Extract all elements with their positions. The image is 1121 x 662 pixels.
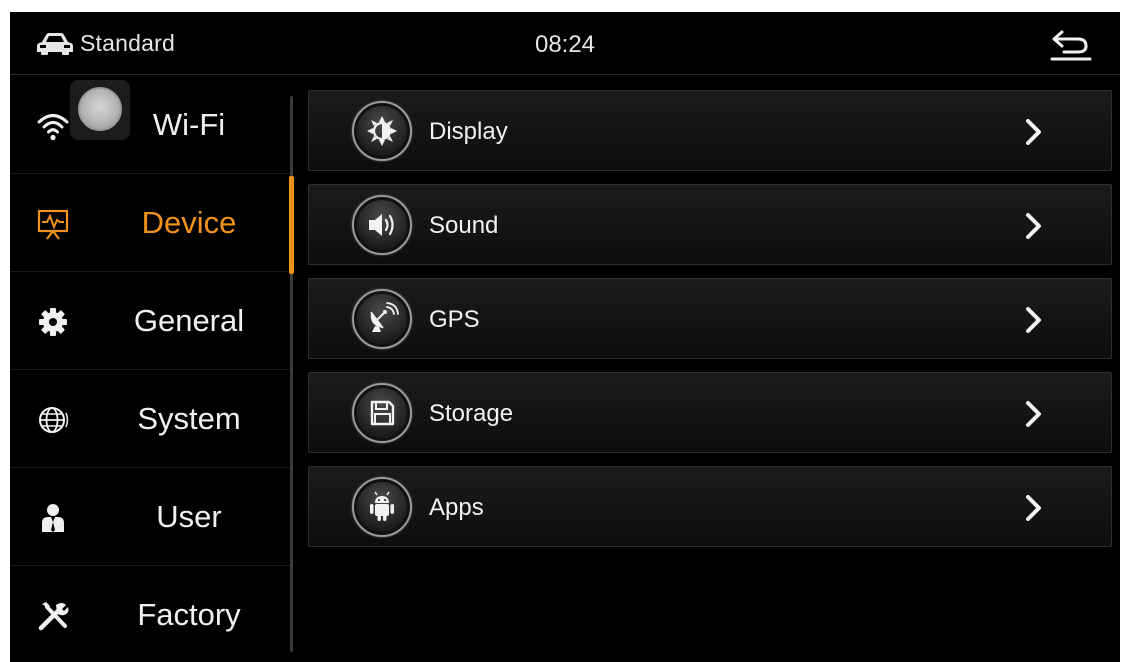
- sidebar-item-device[interactable]: Device: [10, 174, 292, 272]
- sidebar-item-label: General: [133, 303, 245, 338]
- chevron-right-icon: [1023, 493, 1045, 523]
- list-item-label: GPS: [429, 306, 480, 333]
- back-button[interactable]: [1048, 28, 1094, 62]
- list-item-label: Display: [429, 118, 508, 145]
- list-item-storage[interactable]: Storage: [308, 372, 1112, 453]
- sidebar-item-label: System: [137, 401, 241, 436]
- sidebar-item-factory[interactable]: Factory: [10, 566, 292, 662]
- list-item-gps[interactable]: GPS: [308, 278, 1112, 359]
- chevron-right-icon: [1023, 305, 1045, 335]
- list-item-display[interactable]: Display: [308, 90, 1112, 171]
- sidebar-item-label: User: [156, 499, 222, 534]
- floating-assistive-button[interactable]: [70, 80, 130, 140]
- globe-icon: [36, 403, 70, 437]
- user-icon: [36, 501, 70, 535]
- sidebar-item-wifi[interactable]: Wi-Fi: [10, 76, 292, 174]
- sidebar-item-user[interactable]: User: [10, 468, 292, 566]
- gear-icon: [36, 305, 70, 339]
- sidebar-scrollbar-thumb[interactable]: [289, 176, 294, 274]
- satellite-dish-icon: [352, 289, 412, 349]
- sidebar-item-label: Factory: [137, 597, 241, 632]
- chevron-right-icon: [1023, 117, 1045, 147]
- chevron-right-icon: [1023, 211, 1045, 241]
- list-item-label: Storage: [429, 400, 514, 427]
- list-item-sound[interactable]: Sound: [308, 184, 1112, 265]
- speaker-icon: [352, 195, 412, 255]
- tools-icon: [36, 599, 70, 633]
- sidebar-item-general[interactable]: General: [10, 272, 292, 370]
- back-icon: [1048, 30, 1094, 66]
- android-icon: [352, 477, 412, 537]
- list-item-label: Sound: [429, 212, 499, 239]
- sidebar-item-label: Device: [141, 205, 237, 240]
- floating-ball-icon: [78, 87, 122, 131]
- list-item-apps[interactable]: Apps: [308, 466, 1112, 547]
- list-item-label: Apps: [429, 494, 484, 521]
- clock: 08:24: [534, 31, 596, 58]
- chevron-right-icon: [1023, 399, 1045, 429]
- device-icon: [36, 207, 70, 241]
- brightness-icon: [352, 101, 412, 161]
- status-bar: Standard 08:24: [10, 12, 1120, 75]
- settings-screen: Standard 08:24 Wi-Fi Device General Syst…: [10, 12, 1120, 662]
- wifi-icon: [36, 109, 70, 143]
- floppy-disk-icon: [352, 383, 412, 443]
- sidebar-item-system[interactable]: System: [10, 370, 292, 468]
- sidebar: Wi-Fi Device General System User Factory: [10, 76, 292, 662]
